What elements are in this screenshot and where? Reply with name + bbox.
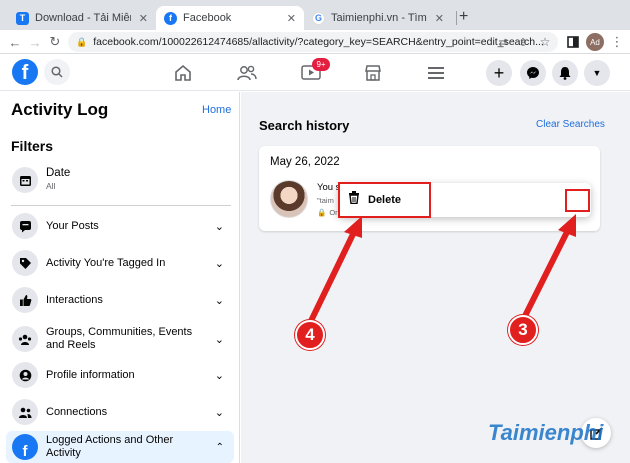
watermark-logo: Taimienphi <box>488 420 604 445</box>
arrow-to-more-button <box>521 214 576 321</box>
arrow-to-delete <box>307 216 362 326</box>
step-3-badge: 3 <box>508 315 538 345</box>
step-4-badge: 4 <box>295 320 325 350</box>
annotation-arrows <box>307 214 576 326</box>
